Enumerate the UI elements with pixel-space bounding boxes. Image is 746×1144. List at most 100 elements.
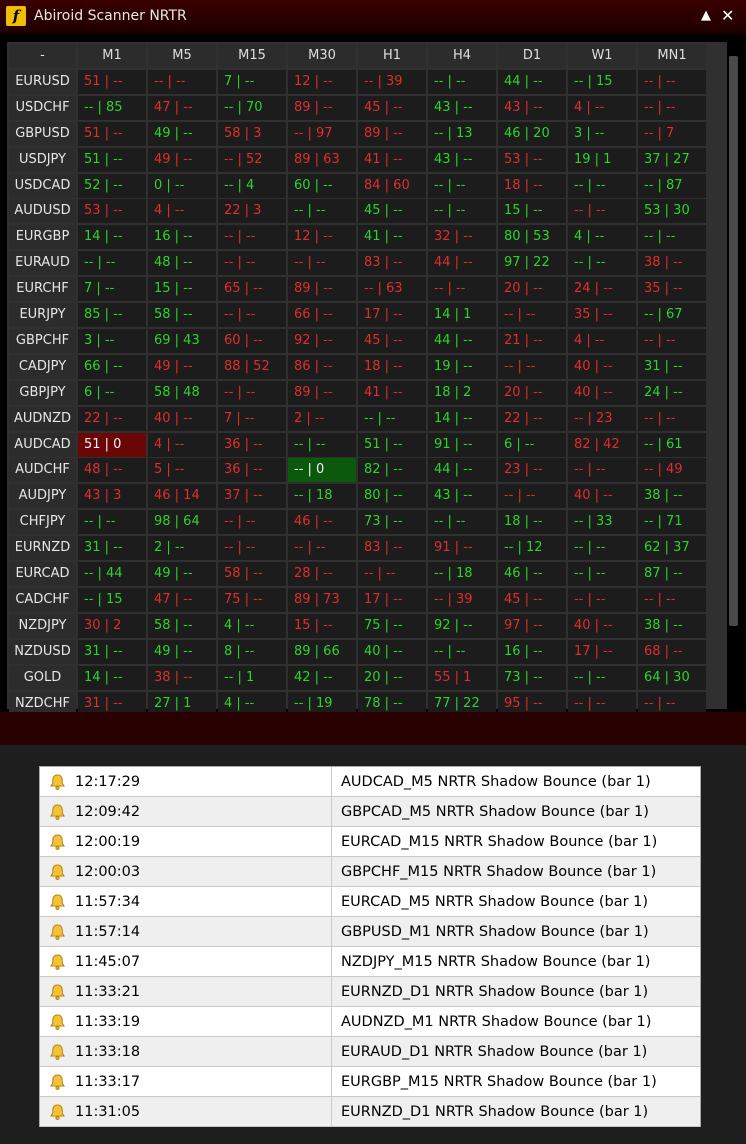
signal-cell[interactable]: 4 | -- xyxy=(218,614,286,638)
signal-cell[interactable]: -- | -- xyxy=(218,251,286,275)
signal-cell[interactable]: -- | 0 xyxy=(288,458,356,482)
signal-cell[interactable]: 37 | -- xyxy=(218,484,286,508)
signal-cell[interactable]: 46 | 14 xyxy=(148,484,216,508)
signal-cell[interactable]: 40 | -- xyxy=(568,381,636,405)
signal-cell[interactable]: 2 | -- xyxy=(148,536,216,560)
signal-cell[interactable]: 44 | -- xyxy=(428,251,496,275)
alert-row[interactable]: 11:57:14 GBPUSD_M1 NRTR Shadow Bounce (ba… xyxy=(40,917,700,947)
signal-cell[interactable]: 20 | -- xyxy=(358,666,426,690)
signal-cell[interactable]: 18 | 2 xyxy=(428,381,496,405)
signal-cell[interactable]: -- | -- xyxy=(288,251,356,275)
signal-cell[interactable]: 60 | -- xyxy=(288,174,356,198)
signal-cell[interactable]: 46 | -- xyxy=(288,510,356,534)
signal-cell[interactable]: 2 | -- xyxy=(288,407,356,431)
alert-row[interactable]: 11:57:34 EURCAD_M5 NRTR Shadow Bounce (ba… xyxy=(40,887,700,917)
signal-cell[interactable]: 49 | -- xyxy=(148,640,216,664)
signal-cell[interactable]: 48 | -- xyxy=(148,251,216,275)
signal-cell[interactable]: -- | -- xyxy=(568,666,636,690)
signal-cell[interactable]: -- | 67 xyxy=(638,303,706,327)
signal-cell[interactable]: 41 | -- xyxy=(358,148,426,172)
signal-cell[interactable]: 45 | -- xyxy=(358,96,426,120)
signal-cell[interactable]: 36 | -- xyxy=(218,433,286,457)
signal-cell[interactable]: 53 | -- xyxy=(498,148,566,172)
alert-row[interactable]: 11:33:19 AUDNZD_M1 NRTR Shadow Bounce (ba… xyxy=(40,1007,700,1037)
signal-cell[interactable]: -- | 52 xyxy=(218,148,286,172)
signal-cell[interactable]: 89 | 66 xyxy=(288,640,356,664)
symbol-gbpjpy[interactable]: GBPJPY xyxy=(9,381,76,405)
symbol-eurusd[interactable]: EURUSD xyxy=(9,70,76,94)
signal-cell[interactable]: 4 | -- xyxy=(148,199,216,223)
alert-row[interactable]: 12:09:42 GBPCAD_M5 NRTR Shadow Bounce (ba… xyxy=(40,797,700,827)
signal-cell[interactable]: 65 | -- xyxy=(218,277,286,301)
signal-cell[interactable]: 17 | -- xyxy=(568,640,636,664)
signal-cell[interactable]: 58 | -- xyxy=(148,303,216,327)
signal-cell[interactable]: 53 | 30 xyxy=(638,199,706,223)
signal-cell[interactable]: 15 | -- xyxy=(148,277,216,301)
signal-cell[interactable]: 14 | -- xyxy=(78,666,146,690)
signal-cell[interactable]: 73 | -- xyxy=(498,666,566,690)
symbol-eurchf[interactable]: EURCHF xyxy=(9,277,76,301)
signal-cell[interactable]: -- | -- xyxy=(288,433,356,457)
symbol-nzdusd[interactable]: NZDUSD xyxy=(9,640,76,664)
signal-cell[interactable]: -- | -- xyxy=(288,199,356,223)
signal-cell[interactable]: 60 | -- xyxy=(218,329,286,353)
signal-cell[interactable]: -- | 33 xyxy=(568,510,636,534)
signal-cell[interactable]: -- | -- xyxy=(638,407,706,431)
signal-cell[interactable]: 22 | -- xyxy=(498,407,566,431)
signal-cell[interactable]: 5 | -- xyxy=(148,458,216,482)
symbol-eurjpy[interactable]: EURJPY xyxy=(9,303,76,327)
signal-cell[interactable]: 47 | -- xyxy=(148,588,216,612)
signal-cell[interactable]: -- | -- xyxy=(218,536,286,560)
signal-cell[interactable]: -- | -- xyxy=(638,96,706,120)
signal-cell[interactable]: 45 | -- xyxy=(498,588,566,612)
symbol-audchf[interactable]: AUDCHF xyxy=(9,458,76,482)
signal-cell[interactable]: 89 | -- xyxy=(288,381,356,405)
signal-cell[interactable]: 58 | -- xyxy=(148,614,216,638)
signal-cell[interactable]: 62 | 37 xyxy=(638,536,706,560)
signal-cell[interactable]: 43 | -- xyxy=(498,96,566,120)
signal-cell[interactable]: 58 | 3 xyxy=(218,122,286,146)
signal-cell[interactable]: 98 | 64 xyxy=(148,510,216,534)
signal-cell[interactable]: 4 | -- xyxy=(148,433,216,457)
signal-cell[interactable]: -- | -- xyxy=(288,536,356,560)
signal-cell[interactable]: 66 | -- xyxy=(78,355,146,379)
signal-cell[interactable]: 7 | -- xyxy=(218,407,286,431)
signal-cell[interactable]: 35 | -- xyxy=(638,277,706,301)
signal-cell[interactable]: 7 | -- xyxy=(78,277,146,301)
alert-row[interactable]: 11:33:18 EURAUD_D1 NRTR Shadow Bounce (ba… xyxy=(40,1037,700,1067)
signal-cell[interactable]: -- | 39 xyxy=(428,588,496,612)
signal-cell[interactable]: 66 | -- xyxy=(288,303,356,327)
signal-cell[interactable]: -- | 71 xyxy=(638,510,706,534)
signal-cell[interactable]: 92 | -- xyxy=(288,329,356,353)
signal-cell[interactable]: 24 | -- xyxy=(638,381,706,405)
signal-cell[interactable]: -- | 23 xyxy=(568,407,636,431)
symbol-audnzd[interactable]: AUDNZD xyxy=(9,407,76,431)
symbol-eurgbp[interactable]: EURGBP xyxy=(9,225,76,249)
signal-cell[interactable]: 6 | -- xyxy=(78,381,146,405)
signal-cell[interactable]: -- | -- xyxy=(568,199,636,223)
timeframe-header-m30[interactable]: M30 xyxy=(288,44,356,68)
signal-cell[interactable]: -- | 61 xyxy=(638,433,706,457)
signal-cell[interactable]: -- | 1 xyxy=(218,666,286,690)
signal-cell[interactable]: 88 | 52 xyxy=(218,355,286,379)
signal-cell[interactable]: 21 | -- xyxy=(498,329,566,353)
signal-cell[interactable]: 15 | -- xyxy=(288,614,356,638)
signal-cell[interactable]: -- | 18 xyxy=(288,484,356,508)
signal-cell[interactable]: 4 | -- xyxy=(568,329,636,353)
signal-cell[interactable]: 75 | -- xyxy=(218,588,286,612)
signal-cell[interactable]: 23 | -- xyxy=(498,458,566,482)
signal-cell[interactable]: -- | -- xyxy=(638,588,706,612)
signal-cell[interactable]: 49 | -- xyxy=(148,562,216,586)
alert-row[interactable]: 12:00:03 GBPCHF_M15 NRTR Shadow Bounce (b… xyxy=(40,857,700,887)
signal-cell[interactable]: -- | -- xyxy=(568,458,636,482)
signal-cell[interactable]: 82 | 42 xyxy=(568,433,636,457)
signal-cell[interactable]: 44 | -- xyxy=(428,329,496,353)
signal-cell[interactable]: -- | -- xyxy=(78,510,146,534)
signal-cell[interactable]: 51 | -- xyxy=(358,433,426,457)
timeframe-header-mn1[interactable]: MN1 xyxy=(638,44,706,68)
signal-cell[interactable]: 7 | -- xyxy=(218,70,286,94)
symbol-eurcad[interactable]: EURCAD xyxy=(9,562,76,586)
signal-cell[interactable]: 24 | -- xyxy=(568,277,636,301)
signal-cell[interactable]: 80 | -- xyxy=(358,484,426,508)
signal-cell[interactable]: 83 | -- xyxy=(358,536,426,560)
